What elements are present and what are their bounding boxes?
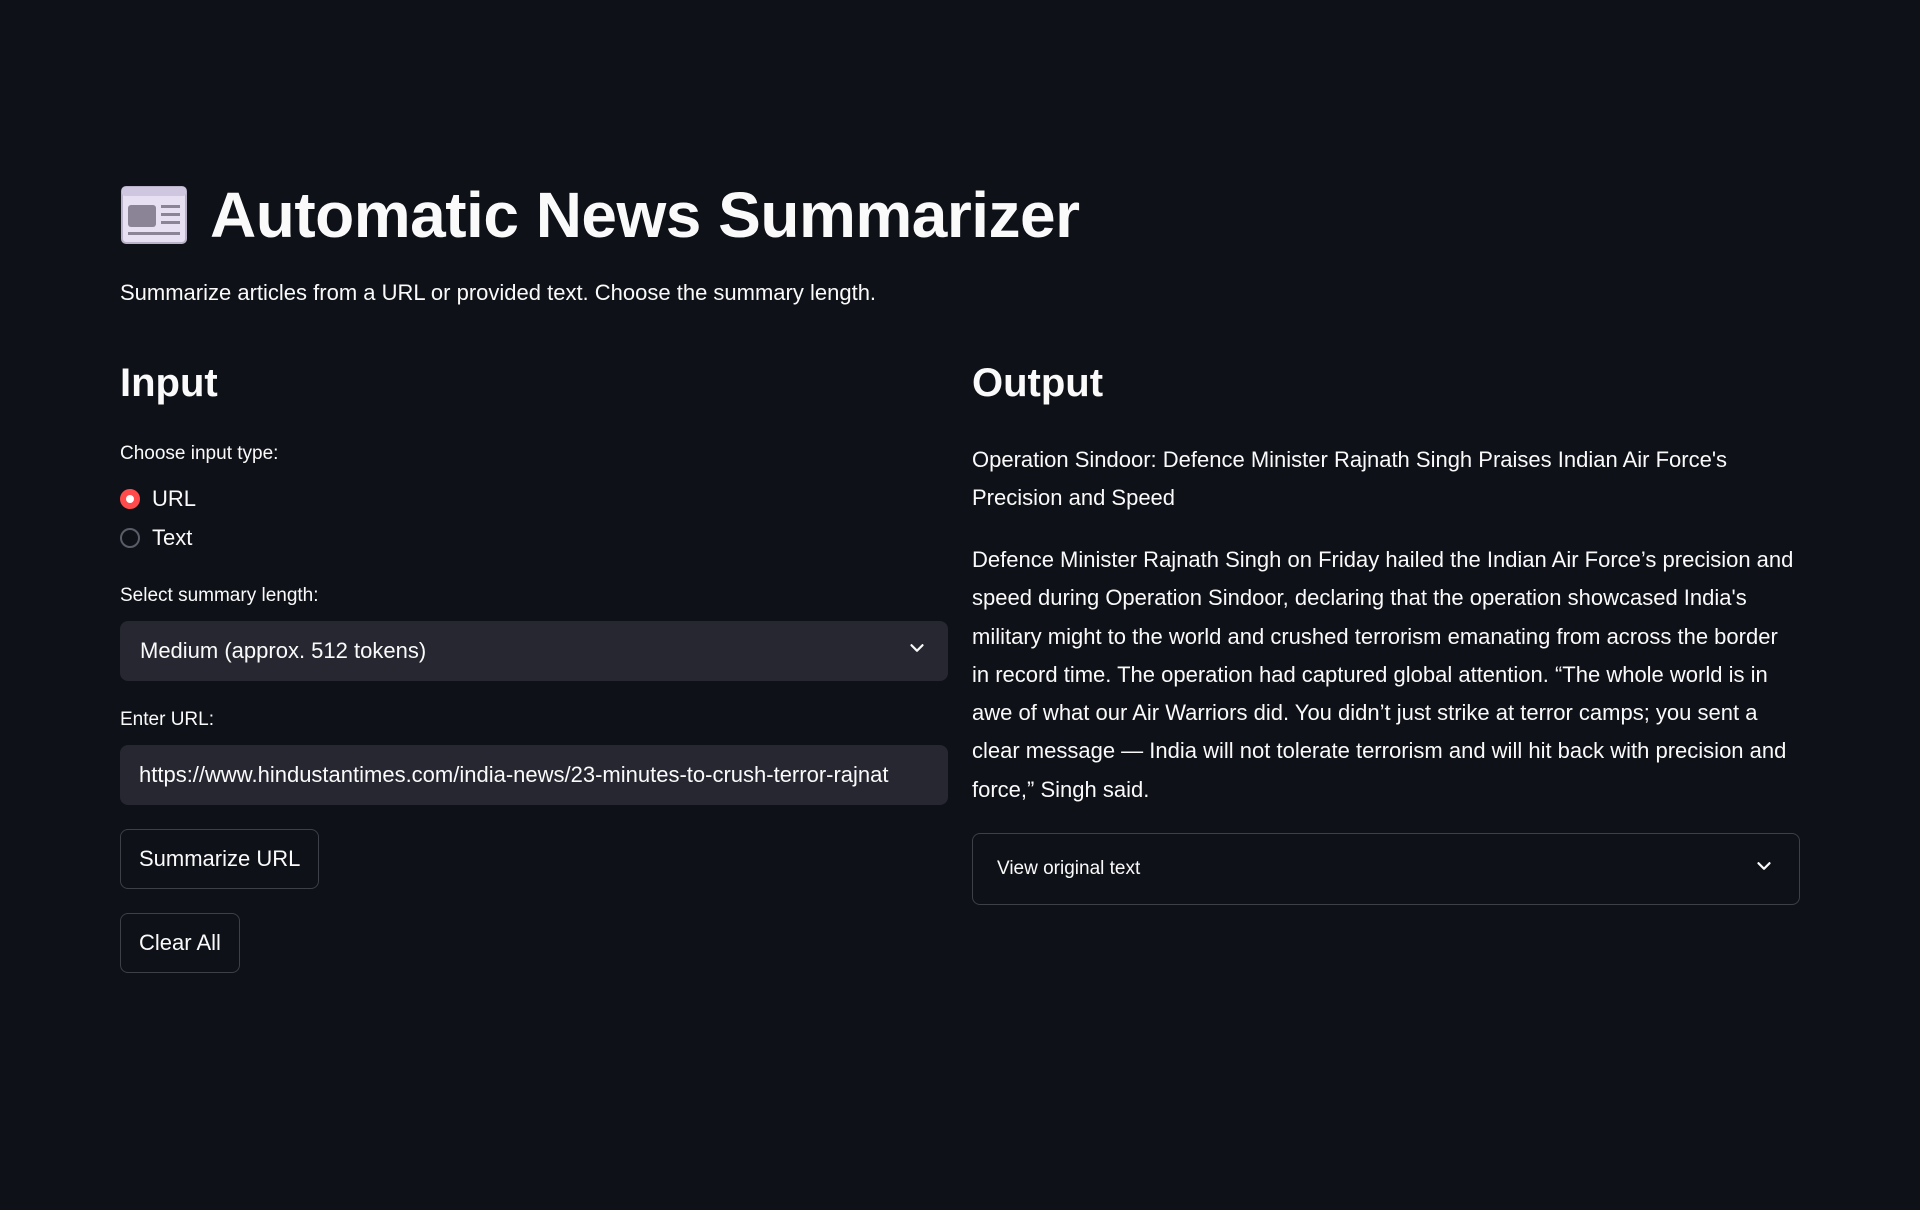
- article-summary: Defence Minister Rajnath Singh on Friday…: [972, 547, 1794, 802]
- expander-label: View original text: [997, 858, 1141, 880]
- view-original-text-expander[interactable]: View original text: [972, 833, 1800, 906]
- page-title: Automatic News Summarizer: [210, 179, 1080, 251]
- url-input[interactable]: [120, 745, 948, 805]
- url-label: Enter URL:: [120, 709, 214, 730]
- summary-length-select[interactable]: Medium (approx. 512 tokens): [120, 621, 948, 681]
- input-type-label: Choose input type:: [120, 443, 279, 464]
- chevron-down-icon[interactable]: [1753, 855, 1775, 883]
- page-header: Automatic News Summarizer: [120, 175, 1080, 255]
- radio-label-text: Text: [152, 524, 193, 550]
- newspaper-icon: [120, 185, 188, 245]
- radio-label-url: URL: [152, 485, 197, 511]
- summary-length-value: Medium (approx. 512 tokens): [140, 638, 427, 663]
- summary-length-label: Select summary length:: [120, 585, 319, 606]
- page-subtitle: Summarize articles from a URL or provide…: [120, 280, 877, 305]
- output-column: Output Operation Sindoor: Defence Minist…: [972, 355, 1800, 906]
- radio-option-text[interactable]: Text: [120, 518, 948, 557]
- radio-selected-icon[interactable]: [120, 488, 140, 509]
- input-column: Input Choose input type: URL Text Select…: [120, 355, 948, 973]
- app-page: Automatic News Summarizer Summarize arti…: [0, 0, 1920, 1210]
- clear-all-button[interactable]: Clear All: [120, 913, 240, 973]
- radio-option-url[interactable]: URL: [120, 479, 948, 518]
- chevron-down-icon[interactable]: [906, 637, 928, 665]
- article-title: Operation Sindoor: Defence Minister Rajn…: [972, 447, 1728, 510]
- input-heading: Input: [120, 361, 218, 405]
- input-type-radio-group: URL Text: [120, 479, 948, 557]
- output-heading: Output: [972, 361, 1104, 405]
- summarize-url-button[interactable]: Summarize URL: [120, 829, 320, 889]
- radio-unselected-icon[interactable]: [120, 527, 140, 548]
